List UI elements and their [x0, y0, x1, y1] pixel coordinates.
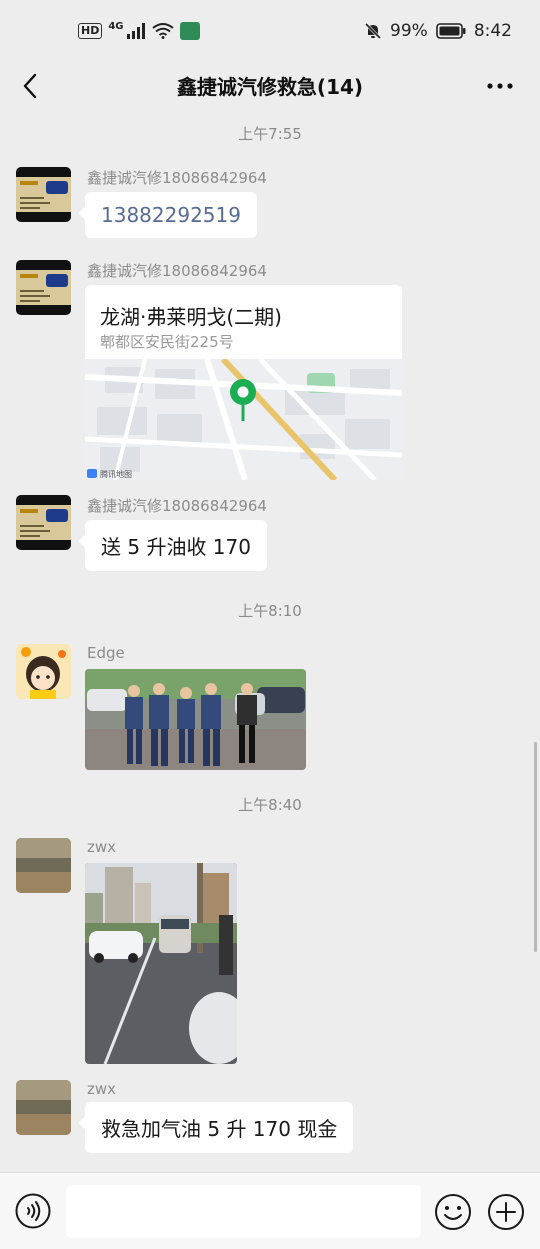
- hd-badge: HD: [78, 23, 103, 39]
- emoji-button[interactable]: [434, 1193, 472, 1231]
- message-item: Edge: [16, 644, 516, 770]
- avatar[interactable]: [16, 167, 71, 222]
- plus-icon: [488, 1194, 524, 1230]
- status-left: HD 4G: [78, 20, 200, 40]
- message-bubble[interactable]: 救急加气油 5 升 170 现金: [77, 1102, 354, 1153]
- back-arrow-icon: [23, 73, 37, 99]
- more-button[interactable]: [480, 70, 520, 102]
- location-map: 腾讯地图: [85, 356, 402, 480]
- mute-bell-icon: [364, 22, 382, 40]
- sender-name: zwx: [87, 838, 117, 856]
- image-message[interactable]: [85, 669, 306, 770]
- message-item: 鑫捷诚汽修18086842964 送 5 升油收 170: [16, 495, 516, 575]
- map-source-label: 腾讯地图: [100, 469, 132, 479]
- location-name: 龙湖·弗莱明戈(二期): [100, 305, 282, 329]
- sender-name: zwx: [87, 1080, 117, 1098]
- voice-icon: [15, 1193, 51, 1229]
- more-functions-button[interactable]: [487, 1193, 525, 1231]
- app-notification-icon: [179, 22, 200, 40]
- message-input[interactable]: [66, 1185, 421, 1238]
- wifi-icon: [151, 23, 174, 39]
- back-button[interactable]: [14, 70, 46, 102]
- input-bar: [0, 1172, 540, 1249]
- emoji-icon: [435, 1194, 471, 1230]
- signal-icon: [126, 23, 145, 39]
- phone-number-link[interactable]: 13882292519: [101, 203, 241, 227]
- message-item: zwx: [16, 838, 516, 1064]
- avatar[interactable]: [16, 495, 71, 550]
- more-icon: [487, 83, 513, 89]
- voice-button[interactable]: [15, 1193, 51, 1229]
- status-bar: HD 4G 99% 8:42: [0, 0, 540, 62]
- message-item: 鑫捷诚汽修18086842964 龙湖·弗莱明戈(二期) 郫都区安民街225号: [16, 260, 516, 482]
- avatar[interactable]: [16, 1080, 71, 1135]
- timestamp: 上午7:55: [238, 125, 302, 143]
- status-time: 8:42: [473, 21, 512, 41]
- timestamp: 上午8:10: [238, 602, 302, 620]
- avatar[interactable]: [16, 838, 71, 893]
- battery-percent: 99%: [390, 21, 428, 41]
- location-card[interactable]: 龙湖·弗莱明戈(二期) 郫都区安民街225号 腾讯地图: [85, 285, 402, 480]
- message-item: 鑫捷诚汽修18086842964 13882292519: [16, 167, 516, 247]
- sender-name: Edge: [87, 644, 125, 662]
- sender-name: 鑫捷诚汽修18086842964: [87, 497, 267, 515]
- message-bubble[interactable]: 13882292519: [78, 192, 257, 238]
- network-type: 4G: [108, 20, 124, 32]
- avatar[interactable]: [16, 644, 71, 699]
- sender-name: 鑫捷诚汽修18086842964: [87, 262, 267, 280]
- scrollbar[interactable]: [534, 742, 537, 952]
- chat-header: 鑫捷诚汽修救急(14): [0, 62, 540, 108]
- status-right: 99% 8:42: [364, 21, 512, 41]
- message-item: zwx 救急加气油 5 升 170 现金: [16, 1080, 516, 1160]
- image-message[interactable]: [85, 863, 237, 1064]
- sender-name: 鑫捷诚汽修18086842964: [87, 169, 267, 187]
- location-address: 郫都区安民街225号: [100, 333, 234, 351]
- timestamp: 上午8:40: [238, 796, 302, 814]
- avatar[interactable]: [16, 260, 71, 315]
- message-bubble[interactable]: 送 5 升油收 170: [78, 520, 267, 571]
- chat-title: 鑫捷诚汽修救急(14): [176, 74, 364, 99]
- battery-icon: [436, 23, 466, 39]
